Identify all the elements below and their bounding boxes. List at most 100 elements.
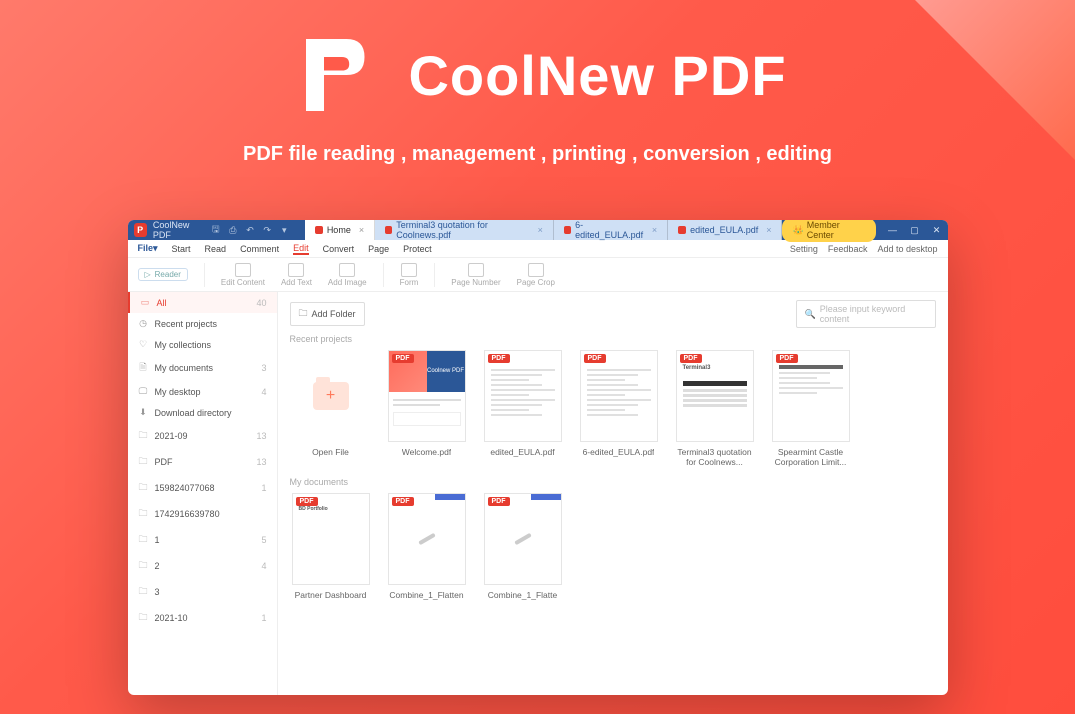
ribbon-add-image[interactable]: Add Image — [328, 263, 367, 287]
app-logo-icon — [288, 30, 378, 120]
folder-icon: 🗀 — [138, 532, 149, 548]
tab-home[interactable]: Home × — [305, 220, 375, 240]
sidebar-item[interactable]: 🖵 My desktop 4 — [128, 381, 277, 402]
sidebar-item[interactable]: 🗀 2021-10 1 — [128, 605, 277, 631]
add-text-icon — [288, 263, 304, 277]
file-thumbnail: PDF — [484, 493, 562, 585]
sidebar-item[interactable]: 🗀 1742916639780 — [128, 501, 277, 527]
open-file-card[interactable]: + Open File — [290, 350, 372, 467]
file-card[interactable]: PDF 6-edited_EULA.pdf — [578, 350, 660, 467]
tab-label: Terminal3 quotation for Coolnews.pdf — [396, 220, 529, 240]
file-card[interactable]: PDFBD Portfolio Partner Dashboard — [290, 493, 372, 600]
menu-setting[interactable]: Setting — [790, 244, 818, 254]
search-icon: 🔍 — [805, 309, 816, 320]
sidebar-item-label: Download directory — [155, 408, 232, 418]
ribbon-edit-content[interactable]: Edit Content — [221, 263, 265, 287]
sidebar-item[interactable]: ⬇ Download directory — [128, 402, 277, 423]
menu-edit[interactable]: Edit — [293, 243, 309, 255]
menu-start[interactable]: Start — [172, 244, 191, 254]
folder-sidebar: ▭ All 40◷ Recent projects ♡ My collectio… — [128, 292, 278, 695]
tab-label: 6-edited_EULA.pdf — [575, 220, 644, 240]
sidebar-item-label: My desktop — [155, 387, 201, 397]
add-folder-label: Add Folder — [312, 309, 356, 319]
menu-add-desktop[interactable]: Add to desktop — [877, 244, 937, 254]
file-card[interactable]: PDFCoolnew PDF Welcome.pdf — [386, 350, 468, 467]
reader-label: Reader — [155, 270, 181, 279]
ribbon-page-number[interactable]: Page Number — [451, 263, 500, 287]
menu-page[interactable]: Page — [368, 244, 389, 254]
dropdown-icon[interactable]: ▾ — [276, 225, 293, 236]
file-card[interactable]: PDF Combine_1_Flatte — [482, 493, 564, 600]
redo-icon[interactable]: ↷ — [259, 225, 276, 236]
hero-banner: CoolNew PDF PDF file reading , managemen… — [0, 0, 1075, 166]
hero-title: CoolNew PDF — [408, 43, 786, 108]
file-card[interactable]: PDFTerminal3 Terminal3 quotation for Coo… — [674, 350, 756, 467]
save-icon[interactable]: 🖫 — [207, 222, 224, 238]
maximize-icon[interactable]: ▢ — [904, 225, 926, 236]
sidebar-item-label: My documents — [155, 363, 214, 373]
ribbon-form[interactable]: Form — [400, 263, 419, 287]
page-crop-icon — [528, 263, 544, 277]
menu-file[interactable]: File▾ — [138, 243, 158, 254]
sidebar-item[interactable]: 🗀 2 4 — [128, 553, 277, 579]
ribbon-page-crop[interactable]: Page Crop — [517, 263, 555, 287]
ribbon-add-text[interactable]: Add Text — [281, 263, 312, 287]
print-icon[interactable]: ⎙ — [224, 225, 241, 236]
sidebar-item[interactable]: ◷ Recent projects — [128, 313, 277, 334]
sidebar-item[interactable]: ♡ My collections — [128, 334, 277, 355]
close-icon[interactable]: × — [538, 225, 543, 235]
sidebar-item-label: 1 — [155, 535, 160, 545]
file-name: Welcome.pdf — [402, 447, 451, 457]
menu-protect[interactable]: Protect — [403, 244, 432, 254]
sidebar-item-count: 1 — [261, 483, 266, 493]
undo-icon[interactable]: ↶ — [241, 225, 258, 236]
sidebar-item[interactable]: 🗀 2021-09 13 — [128, 423, 277, 449]
menu-read[interactable]: Read — [205, 244, 227, 254]
menu-feedback[interactable]: Feedback — [828, 244, 868, 254]
sidebar-item-label: PDF — [155, 457, 173, 467]
file-name: 6-edited_EULA.pdf — [583, 447, 655, 457]
search-placeholder: Please input keyword content — [820, 304, 927, 324]
menu-convert[interactable]: Convert — [323, 244, 355, 254]
file-card[interactable]: PDF Spearmint Castle Corporation Limit..… — [770, 350, 852, 467]
sidebar-item-count: 1 — [261, 613, 266, 623]
file-card[interactable]: PDF Combine_1_Flatten — [386, 493, 468, 600]
add-folder-button[interactable]: 🗀 Add Folder — [290, 302, 365, 326]
pdf-badge: PDF — [680, 354, 702, 363]
close-icon[interactable]: × — [766, 225, 771, 235]
sidebar-item-label: 2021-09 — [155, 431, 188, 441]
tab-label: Home — [327, 225, 351, 235]
file-thumbnail: PDF — [580, 350, 658, 442]
sidebar-item[interactable]: 🗀 1 5 — [128, 527, 277, 553]
form-icon — [401, 263, 417, 277]
close-icon[interactable]: × — [652, 225, 657, 235]
member-center-button[interactable]: 👑 Member Center — [782, 220, 875, 242]
hero-subtitle: PDF file reading , management , printing… — [0, 143, 1075, 166]
tab-document[interactable]: edited_EULA.pdf × — [668, 220, 782, 240]
file-card[interactable]: PDF edited_EULA.pdf — [482, 350, 564, 467]
folder-icon: 🗀 — [138, 480, 149, 496]
crown-icon: 👑 — [792, 225, 803, 236]
sidebar-item-label: 3 — [155, 587, 160, 597]
sidebar-item[interactable]: ▭ All 40 — [128, 292, 277, 313]
minimize-icon[interactable]: — — [882, 225, 904, 236]
close-icon[interactable]: ✕ — [926, 225, 948, 236]
page-number-icon — [468, 263, 484, 277]
menu-comment[interactable]: Comment — [240, 244, 279, 254]
close-icon[interactable]: × — [359, 225, 364, 235]
main-content: 🗀 Add Folder 🔍 Please input keyword cont… — [278, 292, 948, 695]
tab-document[interactable]: Terminal3 quotation for Coolnews.pdf × — [375, 220, 554, 240]
search-input[interactable]: 🔍 Please input keyword content — [796, 300, 936, 328]
sidebar-item-label: 1742916639780 — [155, 509, 220, 519]
sidebar-item[interactable]: 🗀 159824077068 1 — [128, 475, 277, 501]
tab-document[interactable]: 6-edited_EULA.pdf × — [554, 220, 668, 240]
pdf-badge: PDF — [488, 497, 510, 506]
sidebar-item[interactable]: 🗀 PDF 13 — [128, 449, 277, 475]
sidebar-item-count: 3 — [261, 363, 266, 373]
folder-icon: 🗀 — [138, 558, 149, 574]
folder-icon: ⬇ — [138, 407, 149, 418]
sidebar-item[interactable]: 🗎 My documents 3 — [128, 355, 277, 381]
sidebar-item[interactable]: 🗀 3 — [128, 579, 277, 605]
reader-mode-button[interactable]: ▷ Reader — [138, 268, 188, 281]
document-tabs: Home × Terminal3 quotation for Coolnews.… — [305, 220, 783, 240]
